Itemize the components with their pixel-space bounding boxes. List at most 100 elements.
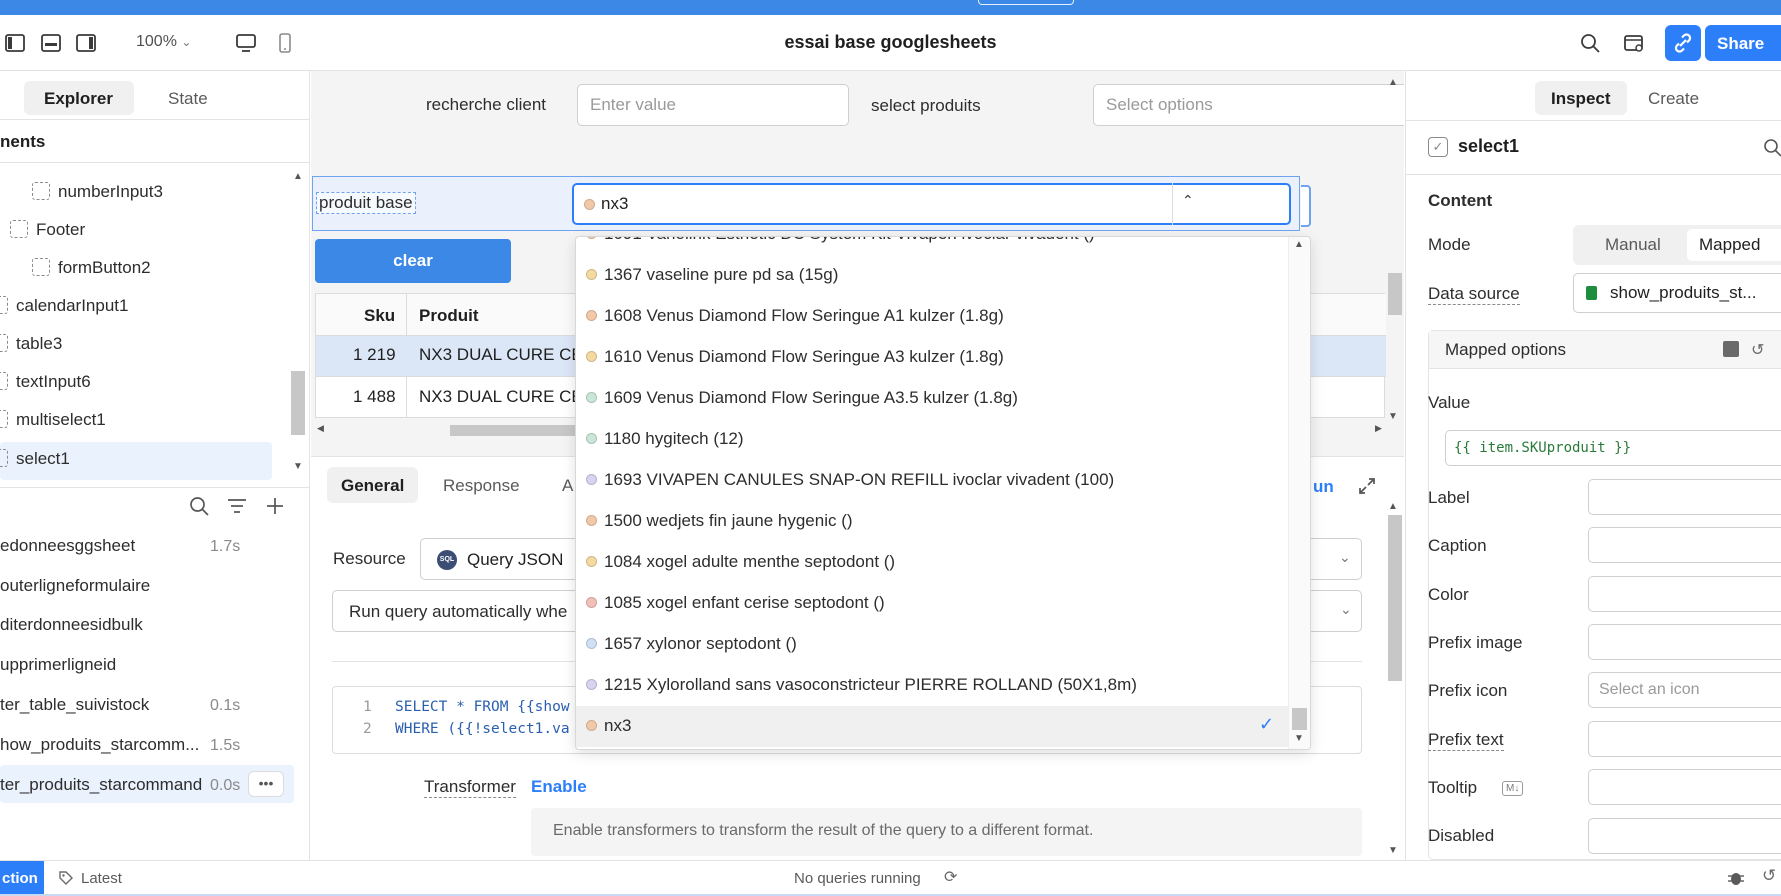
dropdown-option[interactable]: 1367 vaseline pure pd sa (15g) <box>576 255 1288 296</box>
reset-icon[interactable]: ↺ <box>1751 340 1764 360</box>
search-icon[interactable] <box>188 495 210 517</box>
mode-manual[interactable]: Manual <box>1605 235 1661 255</box>
dropdown-option[interactable]: 1084 xogel adulte menthe septodont () <box>576 542 1288 583</box>
prefix-image-input[interactable] <box>1588 624 1781 660</box>
scroll-down-icon[interactable]: ▼ <box>1388 845 1398 856</box>
tooltip-input[interactable] <box>1588 769 1781 805</box>
query-item[interactable]: outerligneformulaire <box>0 576 150 596</box>
save-icon[interactable] <box>1723 341 1739 357</box>
dropdown-option[interactable]: 1091 Variolink Esthetic DC System Kit Vi… <box>576 237 1288 255</box>
query-item[interactable]: how_produits_starcomm... <box>0 735 199 755</box>
query-item[interactable]: ter_produits_starcommand <box>0 775 212 795</box>
enable-transformer-link[interactable]: Enable <box>531 777 587 797</box>
tree-item-table3[interactable]: table3 <box>0 334 62 354</box>
scroll-up-icon[interactable]: ▲ <box>1294 239 1304 250</box>
query-item[interactable]: upprimerligneid <box>0 655 116 675</box>
filter-icon[interactable] <box>226 495 248 517</box>
clear-button[interactable]: clear <box>315 239 511 283</box>
bug-icon[interactable] <box>1726 868 1746 888</box>
desktop-view-icon[interactable] <box>235 32 257 54</box>
dropdown-option[interactable]: 1657 xylonor septodont () <box>576 624 1288 665</box>
caption-input[interactable] <box>1588 527 1781 563</box>
scroll-up-icon[interactable]: ▲ <box>1388 77 1398 88</box>
dropdown-option[interactable]: 1215 Xylorolland sans vasoconstricteur P… <box>576 665 1288 706</box>
tree-item-formbutton2[interactable]: formButton2 <box>32 258 151 278</box>
tree-item-footer[interactable]: Footer <box>10 220 85 240</box>
tab-create[interactable]: Create <box>1648 89 1699 109</box>
dropdown-option[interactable]: 1500 wedjets fin jaune hygenic () <box>576 501 1288 542</box>
dropdown-option[interactable]: 1610 Venus Diamond Flow Seringue A3 kulz… <box>576 337 1288 378</box>
dropdown-option[interactable]: 1085 xogel enfant cerise septodont () <box>576 583 1288 624</box>
component-name[interactable]: select1 <box>1458 136 1519 157</box>
copy-link-button[interactable] <box>1665 25 1701 61</box>
data-source-select[interactable]: show_produits_st... <box>1573 273 1781 313</box>
status-mode-label[interactable]: ction <box>0 861 44 896</box>
tab-explorer[interactable]: Explorer <box>24 81 134 115</box>
dropdown-scrollbar[interactable]: ▲ ▼ <box>1288 237 1310 749</box>
scroll-up-icon[interactable]: ▲ <box>1388 501 1398 512</box>
prefix-icon-select[interactable]: Select an icon <box>1588 672 1781 708</box>
query-item[interactable]: ter_table_suivistock <box>0 695 149 715</box>
scroll-up-icon[interactable]: ▲ <box>293 171 303 182</box>
dropdown-option[interactable]: 1180 hygitech (12) <box>576 419 1288 460</box>
dropdown-option[interactable]: 1608 Venus Diamond Flow Seringue A1 kulz… <box>576 296 1288 337</box>
right-panel-toggle-icon[interactable] <box>75 32 97 54</box>
dropdown-option[interactable]: 1693 VIVAPEN CANULES SNAP-ON REFILL ivoc… <box>576 460 1288 501</box>
branch-label[interactable]: Latest <box>81 870 122 887</box>
table-header-produit[interactable]: Produit <box>419 306 479 326</box>
tree-item-select1[interactable]: select1 <box>0 449 70 469</box>
disabled-input[interactable] <box>1588 818 1781 854</box>
editor-scrollbar[interactable] <box>1388 515 1402 681</box>
dropdown-option[interactable]: 1609 Venus Diamond Flow Seringue A3.5 ku… <box>576 378 1288 419</box>
more-options-button[interactable]: ••• <box>248 771 284 797</box>
produit-base-select[interactable]: nx3 ⌃ <box>572 183 1291 225</box>
produit-base-label: produit base <box>316 192 416 214</box>
query-item[interactable]: edonneesggsheet <box>0 536 135 556</box>
option-label: 1609 Venus Diamond Flow Seringue A3.5 ku… <box>604 388 1018 407</box>
value-code-input[interactable]: {{ item.SKUproduit }} <box>1445 430 1781 466</box>
canvas-scrollbar[interactable] <box>1388 273 1402 315</box>
scroll-down-icon[interactable]: ▼ <box>293 461 303 472</box>
tree-item-numberinput3[interactable]: numberInput3 <box>32 182 163 202</box>
scroll-down-icon[interactable]: ▼ <box>1294 733 1304 744</box>
label-input[interactable] <box>1588 479 1781 515</box>
select-produits-input[interactable]: Select options <box>1093 84 1404 126</box>
table-header-sku[interactable]: Sku <box>364 306 395 326</box>
mode-mapped[interactable]: Mapped <box>1687 229 1781 261</box>
components-section-header[interactable]: nents <box>0 119 309 163</box>
refresh-icon[interactable]: ⟳ <box>944 867 957 887</box>
tree-item-textinput6[interactable]: textInput6 <box>0 372 91 392</box>
scroll-thumb[interactable] <box>1292 708 1307 730</box>
color-input[interactable] <box>1588 576 1781 612</box>
preview-icon[interactable] <box>1623 32 1645 54</box>
tab-response[interactable]: Response <box>429 467 534 503</box>
share-button[interactable]: Share <box>1705 25 1781 61</box>
scroll-down-icon[interactable]: ▼ <box>1388 411 1398 422</box>
tab-general[interactable]: General <box>327 467 419 503</box>
left-panel-toggle-icon[interactable] <box>4 32 26 54</box>
recherche-client-input[interactable]: Enter value <box>577 84 849 126</box>
chevron-up-icon[interactable]: ⌃ <box>1182 192 1194 209</box>
history-icon[interactable]: ↺ <box>1762 866 1776 886</box>
mobile-view-icon[interactable] <box>274 32 296 54</box>
tree-item-multiselect1[interactable]: multiselect1 <box>0 410 106 430</box>
dropdown-option[interactable]: nx3 ✓ <box>576 706 1288 747</box>
resize-handle[interactable] <box>1301 185 1311 227</box>
tab-state[interactable]: State <box>148 81 228 115</box>
add-icon[interactable] <box>264 495 286 517</box>
option-label: 1500 wedjets fin jaune hygenic () <box>604 511 853 530</box>
content-section-title[interactable]: Content <box>1428 191 1492 211</box>
query-item[interactable]: diterdonneesidbulk <box>0 615 143 635</box>
expand-icon[interactable] <box>1357 476 1377 496</box>
select-icon <box>0 449 8 467</box>
select-search-text[interactable]: nx3 <box>601 194 628 214</box>
search-icon[interactable] <box>1762 137 1781 157</box>
tree-item-calendarinput1[interactable]: calendarInput1 <box>0 296 128 316</box>
zoom-select[interactable]: 100% ⌄ <box>136 33 191 51</box>
search-icon[interactable] <box>1579 32 1601 54</box>
run-button[interactable]: un <box>1313 477 1334 497</box>
tab-inspect[interactable]: Inspect <box>1535 81 1627 115</box>
tree-scrollbar[interactable] <box>291 371 305 435</box>
prefix-text-input[interactable] <box>1588 721 1781 757</box>
bottom-panel-toggle-icon[interactable] <box>40 32 62 54</box>
